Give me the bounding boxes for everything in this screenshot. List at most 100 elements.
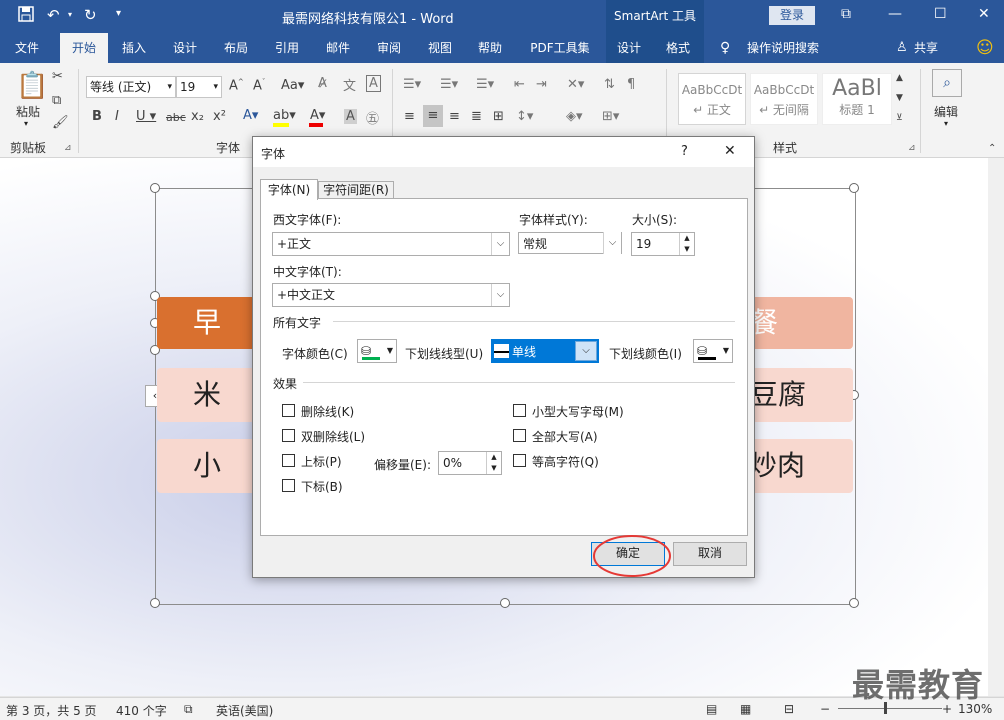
font-color-picker[interactable]: ⛁ ▼ [357,339,397,363]
underline-color-picker[interactable]: ⛁ ▼ [693,339,733,363]
chevron-down-icon[interactable]: ▾ [213,77,218,97]
asian-font-combo[interactable]: +中文正文 ⌵ [272,283,510,307]
shading-icon[interactable]: ◈▾ [566,109,583,124]
chinese-layout-icon[interactable]: ✕▾ [567,77,584,92]
char-border-icon[interactable]: A [366,75,381,92]
styles-more-icon[interactable]: ⊻ [896,113,903,123]
smartart-row-2-right[interactable]: 豆腐 [750,368,853,422]
paste-icon[interactable]: 📋 [16,71,48,101]
styles-scroll-down-icon[interactable]: ▼ [896,93,903,103]
multilevel-list-icon[interactable]: ☰▾ [476,77,494,92]
resize-handle[interactable] [150,598,160,608]
spin-down-icon[interactable]: ▼ [486,463,501,474]
page-count[interactable]: 第 3 页，共 5 页 [6,702,97,719]
resize-handle[interactable] [500,598,510,608]
paste-dropdown-icon[interactable]: ▾ [24,119,28,128]
bold-icon[interactable]: B [92,109,102,124]
tab-home[interactable]: 开始 [60,33,108,63]
chevron-down-icon[interactable]: ⌵ [575,341,597,361]
sort-icon[interactable]: ⇅ [604,77,615,92]
tab-file[interactable]: 文件 [0,33,54,63]
underline-icon[interactable]: U ▾ [136,109,156,124]
spin-up-icon[interactable]: ▲ [486,452,501,463]
styles-scroll-up-icon[interactable]: ▲ [896,73,903,83]
cut-icon[interactable]: ✂ [52,69,63,84]
tab-smartart-design[interactable]: 设计 [606,33,652,63]
borders-icon[interactable]: ⊞▾ [602,109,619,124]
zoom-slider-track[interactable] [838,708,942,709]
underline-style-combo[interactable]: 单线 ⌵ [491,339,599,363]
clear-format-icon[interactable]: A̷ [318,76,327,91]
size-spinner[interactable]: 19 ▲ ▼ [631,232,695,256]
resize-handle[interactable] [849,598,859,608]
chevron-down-icon[interactable]: ▼ [387,340,393,362]
equal-height-checkbox[interactable] [513,454,526,467]
ribbon-display-icon[interactable]: ⧉ [841,6,851,22]
tab-design[interactable]: 设计 [162,33,208,63]
chevron-down-icon[interactable]: ⌵ [491,284,509,306]
line-spacing-icon[interactable]: ↕▾ [516,109,533,124]
align-center-icon[interactable]: ≡ [423,105,443,127]
login-button[interactable]: 登录 [769,6,815,25]
superscript-icon[interactable]: x² [213,109,226,124]
enclose-char-icon[interactable]: ㊄ [366,108,379,127]
tell-me-search[interactable]: 操作说明搜索 [738,33,828,63]
chevron-down-icon[interactable]: ⌵ [603,232,621,254]
font-name-box[interactable]: 等线 (正文) ▾ [86,76,176,98]
resize-handle[interactable] [150,183,160,193]
minimize-icon[interactable]: — [888,6,902,22]
clipboard-launcher-icon[interactable]: ⊿ [64,143,72,153]
double-strikethrough-checkbox[interactable] [282,429,295,442]
superscript-checkbox[interactable] [282,454,295,467]
print-layout-icon[interactable]: ▦ [740,702,751,716]
tab-layout[interactable]: 布局 [214,33,258,63]
tab-insert[interactable]: 插入 [112,33,156,63]
format-painter-icon[interactable]: 🖌 [52,115,69,130]
numbering-icon[interactable]: ☰▾ [440,77,458,92]
text-effects-icon[interactable]: A▾ [243,108,258,123]
paste-button[interactable]: 粘贴 [16,103,40,120]
strikethrough-checkbox[interactable] [282,404,295,417]
char-shading-icon[interactable]: A [344,109,357,124]
language-indicator[interactable]: 英语(美国) [216,702,273,719]
cancel-button[interactable]: 取消 [673,542,747,566]
chevron-down-icon[interactable]: ▾ [167,77,172,97]
tab-help[interactable]: 帮助 [468,33,512,63]
change-case-icon[interactable]: Aa▾ [281,78,304,93]
align-right-icon[interactable]: ≡ [449,109,460,124]
share-button[interactable]: 共享 [910,33,942,63]
chevron-down-icon[interactable]: ⌵ [491,233,509,255]
italic-icon[interactable]: I [115,109,119,124]
offset-spinner[interactable]: 0% ▲ ▼ [438,451,502,475]
style-normal[interactable]: AaBbCcDt ↵ 正文 [678,73,746,125]
increase-indent-icon[interactable]: ⇥ [536,77,547,92]
style-heading-1[interactable]: AaBl 标题 1 [822,73,892,125]
word-count[interactable]: 410 个字 [116,702,167,719]
font-style-combo[interactable]: 常规 ⌵ [518,232,622,254]
small-caps-checkbox[interactable] [513,404,526,417]
tab-references[interactable]: 引用 [264,33,310,63]
tab-review[interactable]: 审阅 [366,33,412,63]
undo-dropdown-icon[interactable]: ▾ [68,10,72,19]
style-no-spacing[interactable]: AaBbCcDt ↵ 无间隔 [750,73,818,125]
vertical-scrollbar[interactable] [988,158,1004,696]
customize-quick-access-icon[interactable]: ▾ [116,8,121,19]
close-icon[interactable]: ✕ [978,6,990,22]
show-marks-icon[interactable]: ¶ [627,77,635,92]
all-caps-checkbox[interactable] [513,429,526,442]
redo-icon[interactable]: ↻ [84,6,97,24]
zoom-out-icon[interactable]: − [820,702,830,716]
shrink-font-icon[interactable]: Aˇ [253,78,265,93]
help-button[interactable]: ? [681,144,688,159]
align-left-icon[interactable]: ≡ [404,109,415,124]
smartart-row-1-left[interactable]: 早 [157,297,257,349]
subscript-icon[interactable]: x₂ [191,109,204,124]
strikethrough-icon[interactable]: abc [166,111,186,124]
read-mode-icon[interactable]: ▤ [706,702,717,716]
font-color-icon[interactable]: A▾ [310,108,325,123]
web-layout-icon[interactable]: ⊟ [784,702,794,716]
editing-dropdown-icon[interactable]: ▾ [944,119,948,128]
tab-pdf-tools[interactable]: PDF工具集 [520,33,600,63]
phonetic-guide-icon[interactable]: 文 [343,75,356,94]
copy-icon[interactable]: ⧉ [52,93,61,108]
